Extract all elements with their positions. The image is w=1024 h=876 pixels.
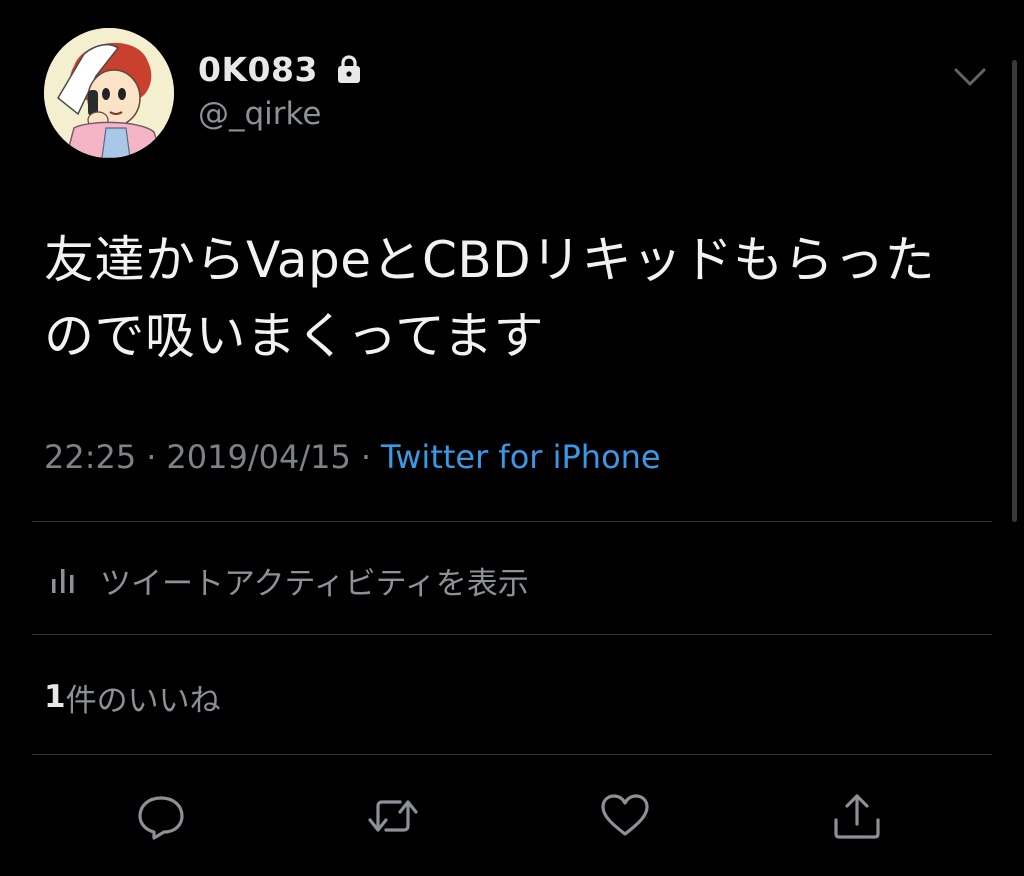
reply-button[interactable]: [134, 790, 188, 842]
view-tweet-activity-label: ツイートアクティビティを表示: [100, 565, 529, 602]
meta-separator: ·: [146, 438, 157, 476]
bar-chart-icon: [52, 569, 74, 593]
avatar-illustration: [44, 28, 174, 158]
like-icon: [601, 794, 649, 836]
tweet-source-link[interactable]: Twitter for iPhone: [381, 438, 661, 476]
view-tweet-activity-button[interactable]: ツイートアクティビティを表示: [50, 558, 529, 602]
user-handle[interactable]: @_qirke: [198, 96, 321, 132]
author-name-row[interactable]: 0K083: [198, 48, 366, 90]
tweet-detail-view: 0K083 @_qirke 友達からVapeとCBDリキッドもらったので吸いまく…: [0, 0, 1024, 876]
like-button[interactable]: [598, 790, 652, 842]
likes-count: 1: [44, 679, 66, 715]
likes-summary[interactable]: 1 件のいいね: [44, 676, 221, 719]
divider: [32, 634, 992, 635]
retweet-icon: [368, 800, 418, 832]
display-name[interactable]: 0K083: [198, 50, 318, 89]
share-button[interactable]: [830, 790, 884, 842]
scrollbar[interactable]: [1012, 60, 1017, 522]
likes-label: 件のいいね: [65, 682, 221, 719]
divider: [32, 754, 992, 755]
avatar[interactable]: [44, 28, 174, 158]
retweet-button[interactable]: [366, 790, 420, 842]
divider: [32, 521, 992, 522]
reply-icon: [138, 796, 184, 840]
tweet-date: 2019/04/15: [166, 438, 351, 476]
more-options-button[interactable]: [950, 60, 990, 94]
chevron-down-icon: [954, 68, 986, 86]
share-icon: [834, 794, 880, 839]
tweet-text: 友達からVapeとCBDリキッドもらったので吸いまくってます: [44, 231, 936, 365]
meta-separator: ·: [360, 438, 371, 476]
tweet-meta: 22:25 · 2019/04/15 · Twitter for iPhone: [44, 436, 661, 478]
lock-icon: [332, 52, 366, 86]
tweet-time: 22:25: [44, 438, 137, 476]
